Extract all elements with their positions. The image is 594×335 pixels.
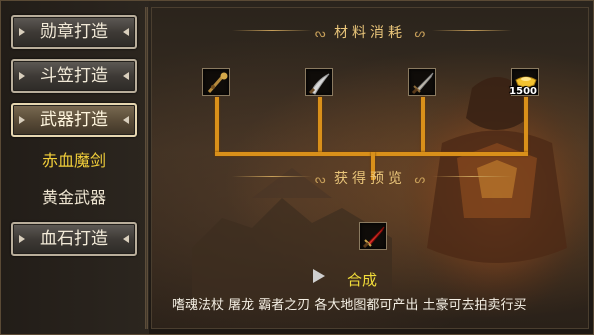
sidebar-item-label: 武器打造 <box>40 110 108 130</box>
material-slot-gold-ingot[interactable]: 1500 <box>509 68 539 97</box>
combine-arrow-icon <box>313 269 325 283</box>
ornament-left-icon: ᔓ <box>314 172 326 186</box>
curved-blade-icon <box>308 73 330 95</box>
material-slot-staff[interactable] <box>202 68 230 96</box>
sidebar: 勋章打造 斗笠打造 武器打造 赤血魔剑 黄金武器 血石打造 <box>1 1 149 334</box>
sidebar-item-label: 血石打造 <box>40 229 108 249</box>
sidebar-item-bloodstone-forge[interactable]: 血石打造 <box>11 222 137 256</box>
sidebar-divider <box>145 7 148 329</box>
sidebar-item-hat-forge[interactable]: 斗笠打造 <box>11 59 137 93</box>
description-text: 嗜魂法杖 屠龙 霸者之刃 各大地图都可产出 土豪可去拍卖行买 <box>172 298 527 313</box>
gem-left-icon <box>19 72 25 80</box>
connector-line <box>524 97 528 155</box>
gem-right-icon <box>123 28 129 36</box>
gem-left-icon <box>19 28 25 36</box>
connector-line <box>318 97 322 155</box>
forge-window: 勋章打造 斗笠打造 武器打造 赤血魔剑 黄金武器 血石打造 ᔓ 材料消耗 ᔕ 1… <box>0 0 594 335</box>
gold-quantity: 1500 <box>509 86 537 97</box>
sidebar-item-weapon-forge[interactable]: 武器打造 <box>11 103 137 137</box>
gem-left-icon <box>19 116 25 124</box>
sidebar-subitem-label: 黄金武器 <box>41 188 106 207</box>
materials-title: ᔓ 材料消耗 ᔕ <box>314 25 426 41</box>
ornament-right-icon: ᔕ <box>414 172 426 186</box>
ornament-left-icon: ᔓ <box>314 26 326 40</box>
sidebar-item-label: 斗笠打造 <box>40 66 108 86</box>
result-slot[interactable] <box>359 222 387 250</box>
red-sword-icon <box>362 226 385 249</box>
preview-title: ᔓ 获得预览 ᔕ <box>314 171 426 187</box>
material-slot-curved-blade[interactable] <box>305 68 333 96</box>
connector-line <box>215 97 219 155</box>
sidebar-subitem-label: 赤血魔剑 <box>41 151 106 170</box>
gem-right-icon <box>123 72 129 80</box>
staff-icon <box>207 72 228 93</box>
sword-icon <box>411 72 434 95</box>
gem-right-icon <box>123 116 129 124</box>
combine-button[interactable]: 合成 <box>347 269 377 290</box>
ornament-right-icon: ᔕ <box>414 26 426 40</box>
gem-right-icon <box>123 235 129 243</box>
gem-left-icon <box>19 235 25 243</box>
connector-line <box>421 97 425 155</box>
sidebar-subitem-blood-demon-sword[interactable]: 赤血魔剑 <box>11 146 137 176</box>
sidebar-item-medal-forge[interactable]: 勋章打造 <box>11 15 137 49</box>
sidebar-item-label: 勋章打造 <box>40 22 108 42</box>
material-slot-sword[interactable] <box>408 68 436 96</box>
sidebar-subitem-gold-weapon[interactable]: 黄金武器 <box>11 183 137 213</box>
